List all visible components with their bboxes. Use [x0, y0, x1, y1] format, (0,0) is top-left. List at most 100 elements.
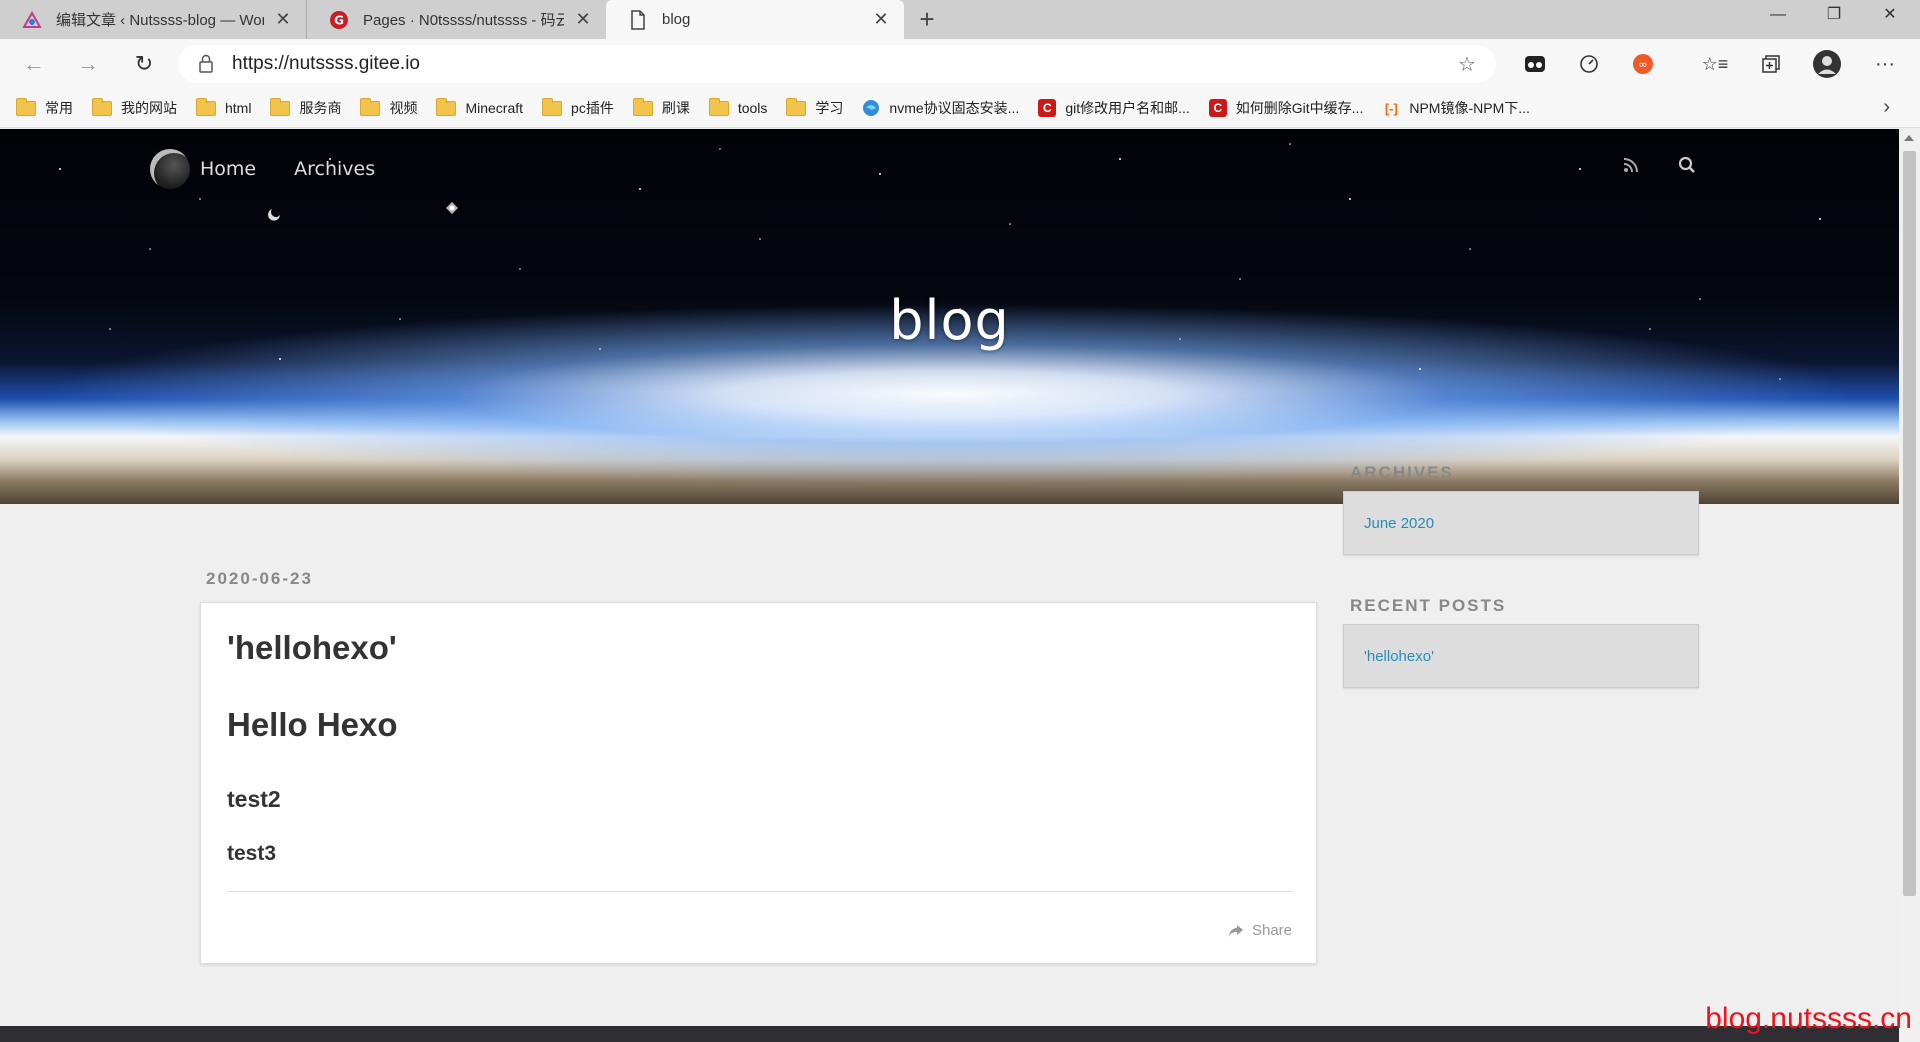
bookmark-label: NPM镜像-NPM下... [1409, 100, 1530, 116]
bookmark-link[interactable]: C git修改用户名和邮... [1038, 98, 1190, 118]
bookmark-folder[interactable]: tools [708, 97, 767, 116]
bookmark-label: 我的网站 [121, 100, 177, 116]
folder-icon [16, 97, 36, 116]
post-subheading: test3 [227, 842, 277, 865]
archive-link[interactable]: June 2020 [1364, 515, 1434, 532]
aliyun-icon: [-] [1384, 100, 1398, 116]
archives-widget: June 2020 [1343, 491, 1699, 555]
nav-archives-link[interactable]: Archives [294, 158, 375, 180]
folder-icon [92, 97, 112, 116]
speed-gauge-icon[interactable] [1574, 49, 1604, 79]
profile-avatar[interactable] [1812, 49, 1842, 79]
collections-icon[interactable] [1756, 49, 1786, 79]
folder-icon [632, 97, 653, 116]
bookmark-label: 学习 [815, 100, 844, 116]
bookmark-folder[interactable]: 视频 [360, 97, 418, 118]
post-title[interactable]: 'hellohexo' [227, 629, 397, 667]
site-nav: Home Archives [150, 149, 413, 189]
tab-wordpress[interactable]: 编辑文章 ‹ Nutssss-blog — WordPress ✕ [0, 0, 306, 39]
bookmark-link[interactable]: nvme协议固态安装... [862, 98, 1019, 118]
post-subheading: test2 [227, 786, 281, 812]
favorites-list-icon[interactable]: ☆≡ [1700, 49, 1730, 79]
tab-strip: 编辑文章 ‹ Nutssss-blog — WordPress ✕ G Page… [0, 0, 1920, 39]
favorite-star-icon[interactable]: ☆ [1452, 52, 1482, 77]
close-icon[interactable]: ✕ [274, 9, 292, 30]
footer-bar [0, 1026, 1899, 1042]
address-url: https://nutssss.gitee.io [232, 53, 420, 74]
bookmark-folder[interactable]: 学习 [786, 97, 844, 118]
bookmark-label: html [225, 100, 252, 116]
close-icon[interactable]: ✕ [872, 9, 890, 30]
folder-icon [270, 97, 291, 116]
nav-right-icons [1587, 153, 1699, 177]
rss-icon[interactable] [1619, 153, 1643, 177]
bookmark-folder[interactable]: pc插件 [542, 97, 614, 118]
extension-mask-icon[interactable] [1520, 49, 1550, 79]
new-tab-icon[interactable]: + [912, 4, 942, 34]
extension-infinity-icon[interactable]: ∞ [1628, 49, 1658, 79]
post-date[interactable]: 2020-06-23 [206, 569, 313, 589]
tab-blog-active[interactable]: blog ✕ [606, 0, 904, 39]
back-icon[interactable]: ← [18, 48, 50, 80]
bookmark-label: 视频 [389, 100, 418, 116]
minimize-icon[interactable]: — [1750, 0, 1806, 30]
share-icon [1228, 924, 1243, 937]
browser-toolbar: ← → ↻ https://nutssss.gitee.io ☆ ∞ ☆≡ ··… [0, 39, 1920, 89]
restore-icon[interactable]: ❐ [1806, 0, 1862, 30]
scroll-up-icon[interactable] [1904, 135, 1914, 141]
more-menu-icon[interactable]: ··· [1870, 49, 1900, 79]
folder-icon [196, 97, 216, 116]
folder-icon [786, 97, 807, 116]
close-icon[interactable]: ✕ [574, 9, 592, 30]
nav-home-link[interactable]: Home [200, 158, 256, 180]
page-icon [628, 9, 648, 30]
bookmark-folder[interactable]: 我的网站 [92, 97, 177, 118]
close-window-icon[interactable]: ✕ [1862, 0, 1918, 30]
bookmark-link[interactable]: [-] NPM镜像-NPM下... [1382, 98, 1530, 118]
csdn-icon: C [1038, 99, 1057, 117]
folder-icon [708, 97, 729, 116]
recent-post-link[interactable]: 'hellohexo' [1364, 648, 1434, 665]
header-banner: Home Archives blog [0, 129, 1899, 504]
wordpress-icon [22, 10, 42, 30]
post-heading: Hello Hexo [227, 706, 398, 743]
post-divider [227, 891, 1293, 892]
share-button[interactable]: Share [1228, 922, 1292, 939]
bookmark-label: pc插件 [571, 100, 614, 116]
recent-posts-widget: 'hellohexo' [1343, 624, 1699, 688]
bookmark-folder[interactable]: 服务商 [270, 97, 342, 118]
tab-title: blog [662, 11, 691, 28]
bookmark-folder[interactable]: Minecraft [436, 97, 524, 116]
bookmark-label: nvme协议固态安装... [889, 100, 1020, 116]
chevron-right-icon[interactable]: › [1883, 96, 1890, 119]
bookmark-label: 刷课 [661, 100, 690, 116]
folder-icon [360, 97, 381, 116]
bookmark-label: Minecraft [465, 100, 524, 116]
bookmark-label: git修改用户名和邮... [1065, 100, 1190, 116]
bookmark-label: 常用 [45, 100, 73, 116]
bookmark-label: 服务商 [299, 100, 342, 116]
page-viewport: Home Archives blog 2020-06-23 'hellohexo… [0, 129, 1899, 1042]
edge-icon [862, 99, 880, 117]
bookmark-folder[interactable]: 常用 [16, 97, 73, 118]
tab-title: Pages · N0tssss/nutssss - 码云 Gitee [363, 12, 564, 29]
bookmark-link[interactable]: C 如何删除Git中缓存... [1208, 98, 1363, 118]
bookmarks-bar: 常用 我的网站 html 服务商 视频 Minecraft pc插件 刷课 to… [0, 89, 1920, 128]
search-icon[interactable] [1675, 153, 1699, 177]
refresh-icon[interactable]: ↻ [128, 48, 160, 80]
site-title: blog [889, 289, 1010, 352]
recent-posts-widget-title: RECENT POSTS [1350, 596, 1507, 615]
page-scrollbar[interactable] [1899, 129, 1920, 1042]
forward-icon[interactable]: → [72, 48, 104, 80]
archives-widget-title: ARCHIVES [1350, 463, 1454, 482]
bookmark-folder[interactable]: html [196, 97, 252, 116]
tab-gitee[interactable]: G Pages · N0tssss/nutssss - 码云 Gitee ✕ [306, 0, 606, 39]
scrollbar-thumb[interactable] [1903, 151, 1916, 896]
watermark: blog.nutssss.cn [1705, 1002, 1912, 1035]
address-bar[interactable]: https://nutssss.gitee.io ☆ [178, 45, 1496, 83]
moon-logo[interactable] [150, 149, 190, 189]
tab-title: 编辑文章 ‹ Nutssss-blog — WordPress [56, 12, 264, 29]
bookmark-folder[interactable]: 刷课 [632, 97, 690, 118]
svg-text:G: G [334, 13, 344, 27]
lock-icon [196, 54, 216, 74]
